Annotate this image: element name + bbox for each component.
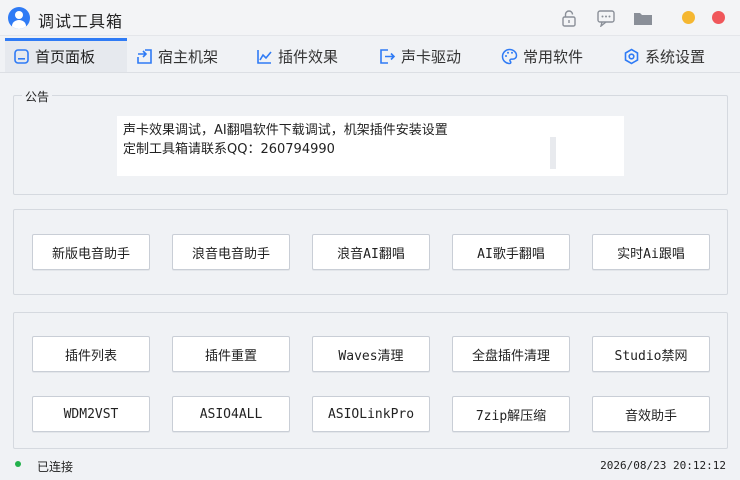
plugin-list-button[interactable]: 插件列表 [32, 336, 150, 372]
new-autotune-assistant-button[interactable]: 新版电音助手 [32, 234, 150, 270]
studio-block-network-button[interactable]: Studio禁网 [592, 336, 710, 372]
export-icon [380, 48, 396, 64]
notice-legend: 公告 [22, 88, 53, 105]
text-cursor-mark [550, 137, 556, 169]
notice-line: 声卡效果调试，AI翻唱软件下载调试，机架插件安装设置 [123, 123, 448, 138]
app-title: 调试工具箱 [38, 12, 124, 31]
notice-line: 定制工具箱请联系QQ：260794990 [123, 142, 335, 157]
chat-icon[interactable] [596, 9, 616, 27]
langyin-autotune-assistant-button[interactable]: 浪音电音助手 [172, 234, 290, 270]
plugin-tools-panel: 插件列表 插件重置 Waves清理 全盘插件清理 Studio禁网 WDM2VS… [13, 312, 728, 449]
7zip-extract-button[interactable]: 7zip解压缩 [452, 396, 570, 432]
connection-status: 已连接 [37, 460, 74, 474]
minimize-button[interactable] [682, 11, 695, 24]
voice-tools-panel: 新版电音助手 浪音电音助手 浪音AI翻唱 AI歌手翻唱 实时Ai跟唱 [13, 209, 728, 295]
status-bar: 已连接 2026/08/23 20:12:12 [0, 452, 740, 480]
realtime-ai-singalong-button[interactable]: 实时Ai跟唱 [592, 234, 710, 270]
tab-label: 常用软件 [523, 47, 584, 66]
gear-icon [624, 48, 639, 64]
import-icon [137, 48, 152, 64]
folder-icon[interactable] [633, 9, 653, 27]
tab-label: 宿主机架 [158, 47, 219, 66]
title-bar: 调试工具箱 [0, 0, 740, 36]
app-window: 调试工具箱 首页面板 宿主机架 插件效果 声卡驱动 常用软件 系统设置 公告 声… [0, 0, 740, 480]
tab-label: 插件效果 [278, 47, 339, 66]
tab-common-software[interactable]: 常用软件 [493, 40, 591, 72]
close-button[interactable] [712, 11, 725, 24]
tab-label: 声卡驱动 [401, 47, 462, 66]
full-plugin-cleanup-button[interactable]: 全盘插件清理 [452, 336, 570, 372]
asio4all-button[interactable]: ASIO4ALL [172, 396, 290, 432]
tab-home[interactable]: 首页面板 [5, 38, 127, 72]
tab-sound-card-driver[interactable]: 声卡驱动 [371, 40, 469, 72]
asiolinkpro-button[interactable]: ASIOLinkPro [312, 396, 430, 432]
sound-effect-assistant-button[interactable]: 音效助手 [592, 396, 710, 432]
notice-panel: 公告 声卡效果调试，AI翻唱软件下载调试，机架插件安装设置 定制工具箱请联系QQ… [13, 88, 728, 195]
ai-singer-cover-button[interactable]: AI歌手翻唱 [452, 234, 570, 270]
palette-icon [501, 48, 518, 64]
user-avatar-icon [8, 7, 30, 29]
tab-plugin-effects[interactable]: 插件效果 [248, 40, 346, 72]
waves-cleanup-button[interactable]: Waves清理 [312, 336, 430, 372]
plugin-reset-button[interactable]: 插件重置 [172, 336, 290, 372]
connection-indicator-icon [15, 461, 21, 467]
wdm2vst-button[interactable]: WDM2VST [32, 396, 150, 432]
chart-line-icon [257, 49, 272, 64]
lock-icon[interactable] [559, 9, 579, 27]
tab-label: 系统设置 [645, 47, 706, 66]
notice-text-box: 声卡效果调试，AI翻唱软件下载调试，机架插件安装设置 定制工具箱请联系QQ：26… [117, 116, 624, 176]
langyin-ai-cover-button[interactable]: 浪音AI翻唱 [312, 234, 430, 270]
tab-host-rack[interactable]: 宿主机架 [128, 40, 226, 72]
status-datetime: 2026/08/23 20:12:12 [600, 459, 726, 472]
tab-system-settings[interactable]: 系统设置 [615, 40, 713, 72]
home-icon [14, 49, 29, 64]
tab-label: 首页面板 [35, 48, 96, 66]
tab-bar: 首页面板 宿主机架 插件效果 声卡驱动 常用软件 系统设置 [0, 38, 740, 73]
